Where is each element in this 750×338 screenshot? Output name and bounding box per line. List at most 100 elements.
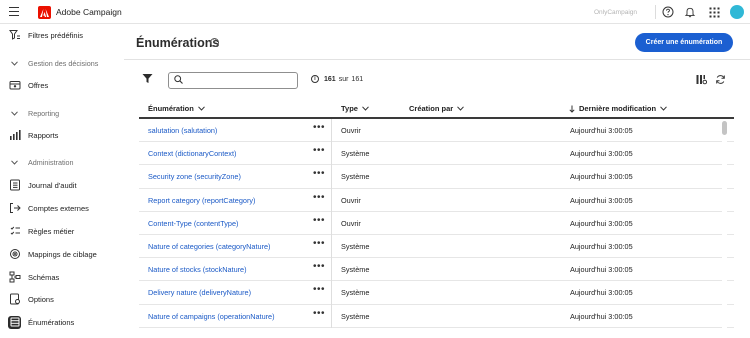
column-divider (331, 142, 332, 166)
enumeration-link[interactable]: Nature of categories (categoryNature) (148, 242, 270, 251)
enumeration-link[interactable]: Delivery nature (deliveryNature) (148, 288, 251, 297)
table-row[interactable]: Nature of stocks (stockNature) ••• Systè… (139, 258, 734, 282)
filter-icon[interactable] (142, 73, 153, 84)
notifications-bell-icon[interactable] (683, 5, 697, 19)
modified-cell: Aujourd'hui 3:00:05 (570, 172, 633, 182)
column-divider (331, 211, 332, 235)
app-name: Adobe Campaign (56, 7, 122, 17)
scrollbar-thumb[interactable] (722, 121, 727, 135)
adobe-logo-icon (38, 6, 51, 19)
column-divider (331, 304, 332, 328)
chevron-down-icon (8, 110, 21, 116)
more-actions-button[interactable]: ••• (313, 192, 325, 202)
target-mapping-icon (8, 248, 21, 261)
org-switcher[interactable]: OnlyCampaign (594, 9, 637, 16)
topbar-divider (655, 5, 656, 19)
table-row[interactable]: Delivery nature (deliveryNature) ••• Sys… (139, 281, 734, 305)
modified-cell: Aujourd'hui 3:00:05 (570, 195, 633, 205)
menu-icon[interactable] (9, 7, 19, 16)
type-cell: Système (341, 265, 370, 275)
sidebar-item-business-rules[interactable]: Règles métier (4, 221, 120, 241)
sidebar-section-decisions[interactable]: Gestion des décisions (4, 55, 120, 71)
sidebar-item-reports[interactable]: Rapports (4, 125, 120, 145)
column-header-label: Type (341, 104, 358, 113)
modified-cell: Aujourd'hui 3:00:05 (570, 288, 633, 298)
chevron-down-icon (660, 106, 667, 111)
table-row[interactable]: Context (dictionaryContext) ••• Système … (139, 142, 734, 166)
filter-list-icon (8, 29, 21, 42)
column-divider (331, 235, 332, 259)
column-settings-icon[interactable] (696, 74, 708, 85)
sidebar-item-label: Schémas (28, 272, 60, 282)
column-header-last-modified[interactable]: Dernière modification (569, 104, 667, 113)
column-divider (331, 281, 332, 305)
more-actions-button[interactable]: ••• (313, 308, 325, 318)
sidebar-item-options[interactable]: Options (4, 289, 120, 309)
sidebar-item-label: Offres (28, 80, 49, 90)
search-input[interactable] (187, 77, 297, 84)
sidebar-item-offers[interactable]: Offres (4, 75, 120, 95)
create-enumeration-button[interactable]: Créer une énumération (635, 33, 733, 52)
apps-grid-icon[interactable] (707, 5, 721, 19)
sidebar-item-enumerations[interactable]: Énumérations (4, 312, 120, 332)
table-scrollbar[interactable] (722, 120, 727, 338)
enumerations-icon (8, 315, 21, 329)
result-count: i 161 sur 161 (311, 75, 363, 83)
enumeration-link[interactable]: Content-Type (contentType) (148, 219, 238, 228)
table-row[interactable]: Content-Type (contentType) ••• Ouvrir Au… (139, 211, 734, 235)
external-accounts-icon (8, 202, 21, 215)
enumeration-link[interactable]: Report category (reportCategory) (148, 196, 255, 205)
table-row[interactable]: Nature of campaigns (operationNature) ••… (139, 304, 734, 328)
header-divider (124, 59, 750, 60)
table-row[interactable]: Report category (reportCategory) ••• Ouv… (139, 188, 734, 212)
sort-descending-icon (569, 105, 575, 113)
info-icon: i (311, 75, 319, 83)
help-circle-icon[interactable]: ? (210, 38, 219, 47)
search-field[interactable] (168, 72, 298, 89)
enumeration-link[interactable]: salutation (salutation) (148, 126, 217, 135)
more-actions-button[interactable]: ••• (313, 285, 325, 295)
sidebar-item-label: Comptes externes (28, 203, 89, 213)
table-row[interactable]: Security zone (securityZone) ••• Système… (139, 165, 734, 189)
column-header-enumeration[interactable]: Énumération (148, 104, 205, 113)
more-actions-button[interactable]: ••• (313, 146, 325, 156)
sidebar-item-audit-log[interactable]: Journal d'audit (4, 175, 120, 195)
more-actions-button[interactable]: ••• (313, 239, 325, 249)
modified-cell: Aujourd'hui 3:00:05 (570, 126, 633, 135)
refresh-icon[interactable] (715, 74, 726, 85)
sidebar-section-administration[interactable]: Administration (4, 154, 120, 170)
more-actions-button[interactable]: ••• (313, 215, 325, 225)
sidebar-item-external-accounts[interactable]: Comptes externes (4, 198, 120, 218)
modified-cell: Aujourd'hui 3:00:05 (570, 218, 633, 228)
options-icon (8, 293, 21, 306)
user-avatar[interactable] (730, 5, 744, 19)
type-cell: Système (341, 242, 370, 251)
more-actions-button[interactable]: ••• (313, 169, 325, 179)
sidebar-item-target-mappings[interactable]: Mappings de ciblage (4, 244, 120, 264)
chevron-down-icon (8, 159, 21, 165)
chevron-down-icon (362, 106, 369, 111)
table-row[interactable]: Nature of categories (categoryNature) ••… (139, 235, 734, 259)
business-rules-icon (8, 225, 21, 238)
top-bar: Adobe Campaign OnlyCampaign (0, 0, 750, 24)
sidebar-item-predefined-filters[interactable]: Filtres prédéfinis (4, 25, 120, 45)
table-row[interactable]: salutation (salutation) ••• Ouvrir Aujou… (139, 119, 734, 143)
more-actions-button[interactable]: ••• (313, 123, 325, 133)
enumeration-link[interactable]: Nature of stocks (stockNature) (148, 265, 247, 274)
column-header-type[interactable]: Type (341, 104, 369, 113)
search-icon (174, 75, 183, 86)
sidebar-item-label: Options (28, 294, 54, 304)
column-header-created-by[interactable]: Création par (409, 104, 465, 113)
more-actions-button[interactable]: ••• (313, 262, 325, 272)
enumeration-link[interactable]: Nature of campaigns (operationNature) (148, 312, 275, 321)
chevron-down-icon (197, 106, 205, 111)
modified-cell: Aujourd'hui 3:00:05 (570, 149, 633, 159)
help-icon[interactable] (661, 5, 675, 19)
sidebar-item-schemas[interactable]: Schémas (4, 267, 120, 287)
enumeration-link[interactable]: Security zone (securityZone) (148, 172, 241, 181)
main-content: Énumérations ? Créer une énumération i 1… (124, 24, 750, 338)
sidebar-section-reporting[interactable]: Reporting (4, 105, 120, 121)
sidebar-item-label: Mappings de ciblage (28, 249, 97, 259)
type-cell: Système (341, 149, 370, 159)
enumeration-link[interactable]: Context (dictionaryContext) (148, 149, 236, 158)
